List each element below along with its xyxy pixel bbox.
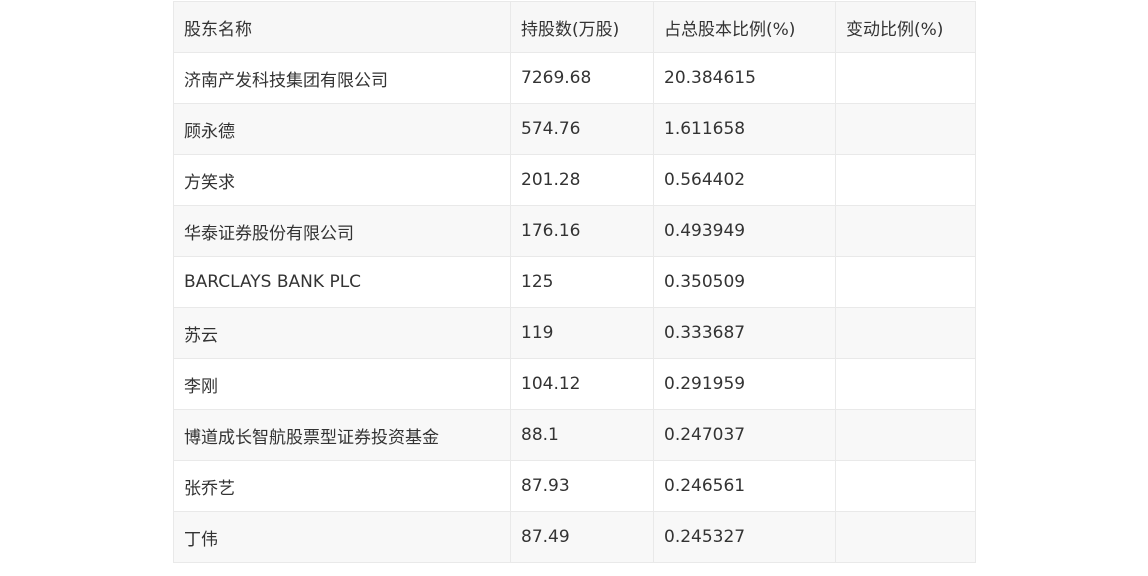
cell-shares-held: 87.49	[510, 511, 654, 563]
table-row: 张乔艺 87.93 0.246561	[173, 460, 976, 512]
cell-share-ratio: 0.350509	[653, 256, 836, 308]
cell-change-ratio	[835, 256, 976, 308]
cell-shares-held: 88.1	[510, 409, 654, 461]
cell-change-ratio	[835, 52, 976, 104]
cell-shareholder-name: 苏云	[173, 307, 511, 359]
cell-shares-held: 176.16	[510, 205, 654, 257]
table-row: 顾永德 574.76 1.611658	[173, 103, 976, 155]
cell-shareholder-name: 丁伟	[173, 511, 511, 563]
cell-change-ratio	[835, 511, 976, 563]
table-row: 李刚 104.12 0.291959	[173, 358, 976, 410]
cell-shares-held: 125	[510, 256, 654, 308]
cell-share-ratio: 0.333687	[653, 307, 836, 359]
cell-shares-held: 87.93	[510, 460, 654, 512]
cell-share-ratio: 0.493949	[653, 205, 836, 257]
cell-share-ratio: 0.564402	[653, 154, 836, 206]
table-row: 丁伟 87.49 0.245327	[173, 511, 976, 563]
table-header: 股东名称 持股数(万股) 占总股本比例(%) 变动比例(%)	[173, 1, 976, 53]
table-row: BARCLAYS BANK PLC 125 0.350509	[173, 256, 976, 308]
table-body: 济南产发科技集团有限公司 7269.68 20.384615 顾永德 574.7…	[173, 52, 976, 563]
cell-share-ratio: 0.246561	[653, 460, 836, 512]
cell-shareholder-name: 李刚	[173, 358, 511, 410]
cell-shareholder-name: 张乔艺	[173, 460, 511, 512]
shareholder-table-container: 股东名称 持股数(万股) 占总股本比例(%) 变动比例(%) 济南产发科技集团有…	[173, 1, 976, 563]
cell-share-ratio: 0.245327	[653, 511, 836, 563]
shareholder-table: 股东名称 持股数(万股) 占总股本比例(%) 变动比例(%) 济南产发科技集团有…	[173, 1, 976, 563]
table-row: 华泰证券股份有限公司 176.16 0.493949	[173, 205, 976, 257]
cell-change-ratio	[835, 460, 976, 512]
header-share-ratio: 占总股本比例(%)	[653, 1, 836, 53]
cell-shares-held: 574.76	[510, 103, 654, 155]
cell-change-ratio	[835, 103, 976, 155]
cell-shareholder-name: 方笑求	[173, 154, 511, 206]
cell-change-ratio	[835, 358, 976, 410]
cell-shareholder-name: 济南产发科技集团有限公司	[173, 52, 511, 104]
cell-shareholder-name: 博道成长智航股票型证券投资基金	[173, 409, 511, 461]
cell-change-ratio	[835, 307, 976, 359]
cell-shares-held: 119	[510, 307, 654, 359]
header-shares-held: 持股数(万股)	[510, 1, 654, 53]
cell-share-ratio: 0.291959	[653, 358, 836, 410]
header-shareholder-name: 股东名称	[173, 1, 511, 53]
cell-change-ratio	[835, 154, 976, 206]
table-row: 博道成长智航股票型证券投资基金 88.1 0.247037	[173, 409, 976, 461]
cell-shares-held: 104.12	[510, 358, 654, 410]
cell-change-ratio	[835, 205, 976, 257]
cell-shareholder-name: 华泰证券股份有限公司	[173, 205, 511, 257]
cell-change-ratio	[835, 409, 976, 461]
cell-shareholder-name: BARCLAYS BANK PLC	[173, 256, 511, 308]
cell-share-ratio: 1.611658	[653, 103, 836, 155]
header-row: 股东名称 持股数(万股) 占总股本比例(%) 变动比例(%)	[173, 1, 976, 53]
cell-shareholder-name: 顾永德	[173, 103, 511, 155]
table-row: 济南产发科技集团有限公司 7269.68 20.384615	[173, 52, 976, 104]
cell-shares-held: 201.28	[510, 154, 654, 206]
cell-share-ratio: 20.384615	[653, 52, 836, 104]
header-change-ratio: 变动比例(%)	[835, 1, 976, 53]
cell-share-ratio: 0.247037	[653, 409, 836, 461]
cell-shares-held: 7269.68	[510, 52, 654, 104]
table-row: 苏云 119 0.333687	[173, 307, 976, 359]
table-row: 方笑求 201.28 0.564402	[173, 154, 976, 206]
